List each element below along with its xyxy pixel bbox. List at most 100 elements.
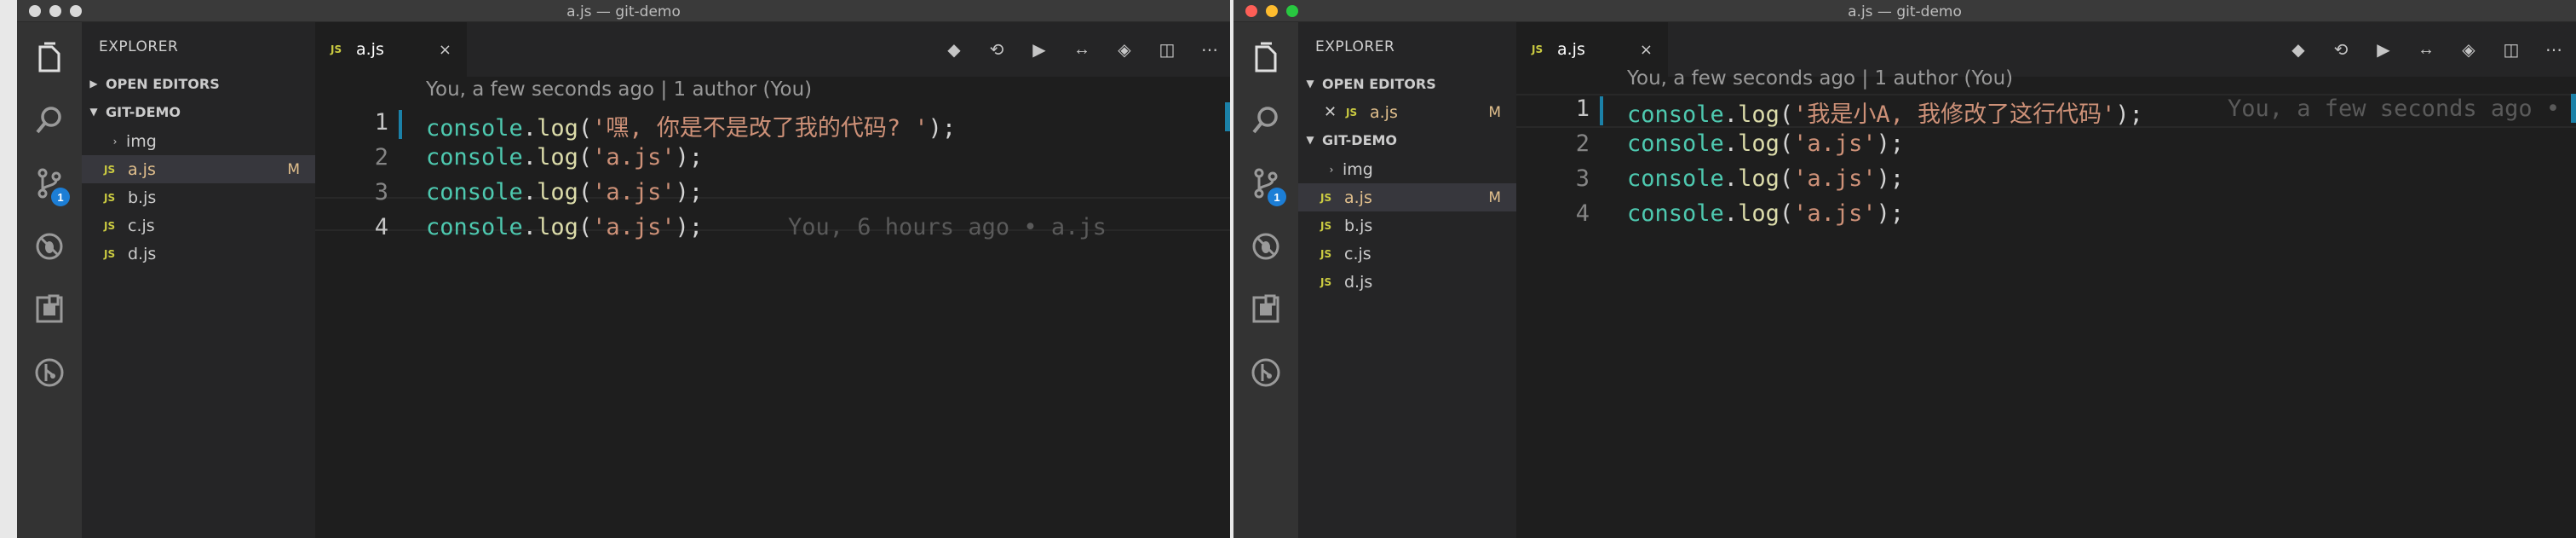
files-icon[interactable] <box>1233 26 1298 89</box>
tree-item-b-js[interactable]: JS b.js <box>1298 211 1516 240</box>
source-control-icon[interactable]: 1 <box>17 152 82 215</box>
inline-blame-annotation: You, a few seconds ago • <box>2228 95 2561 122</box>
js-file-icon: JS <box>104 191 116 204</box>
close-editor-icon[interactable]: ✕ <box>1324 103 1346 121</box>
code-line: 2 console.log('a.js'); <box>1516 130 2576 165</box>
activity-bar: 1 <box>1233 22 1298 538</box>
explorer-sidebar: EXPLORER ▼ OPEN EDITORS ✕ JS a.js M ▼ GI… <box>1298 22 1516 538</box>
line-number: 2 <box>374 144 388 171</box>
open-changes-icon[interactable]: ⟲ <box>986 39 1007 61</box>
split-editor-icon[interactable]: ◫ <box>2501 39 2521 61</box>
codelens-blame[interactable]: You, a few seconds ago | 1 author (You) <box>426 78 812 101</box>
modified-badge: M <box>1488 188 1501 206</box>
js-file-icon: JS <box>1320 219 1332 232</box>
git-compare-icon[interactable]: ◆ <box>944 39 964 61</box>
run-icon[interactable]: ▶ <box>2373 39 2394 61</box>
tab-label: a.js <box>356 40 384 59</box>
split-editor-icon[interactable]: ◫ <box>1157 39 1177 61</box>
title-bar: a.js — git-demo <box>1233 0 2576 22</box>
line-number: 4 <box>374 214 388 240</box>
line-number: 4 <box>1575 200 1590 227</box>
search-icon[interactable] <box>1233 89 1298 152</box>
chevron-down-icon: ▼ <box>89 106 98 118</box>
project-section[interactable]: ▼ GIT-DEMO <box>1298 126 1516 153</box>
source-control-icon[interactable]: 1 <box>1233 152 1298 215</box>
line-number: 3 <box>1575 165 1590 192</box>
explorer-sidebar: EXPLORER ▶ OPEN EDITORS ▼ GIT-DEMO › img… <box>82 22 315 538</box>
modified-badge: M <box>1488 103 1501 121</box>
code-line: 2 console.log('a.js'); <box>315 144 1230 178</box>
changes-badge: 1 <box>51 188 70 206</box>
js-file-icon: JS <box>104 163 116 176</box>
open-editors-section[interactable]: ▶ OPEN EDITORS <box>82 70 315 97</box>
window-title: a.js — git-demo <box>1848 3 1962 20</box>
explorer-title: EXPLORER <box>1315 38 1395 55</box>
git-icon[interactable]: ◈ <box>1114 39 1135 61</box>
title-bar: a.js — git-demo <box>17 0 1230 22</box>
gitlens-icon[interactable] <box>17 341 82 404</box>
chevron-down-icon: ▼ <box>1306 134 1314 146</box>
line-number: 2 <box>1575 130 1590 157</box>
code-line: 3 console.log('a.js'); <box>315 179 1230 213</box>
project-label: GIT-DEMO <box>1322 131 1398 148</box>
debug-icon[interactable] <box>17 215 82 278</box>
tree-item-img[interactable]: › img <box>1298 155 1516 183</box>
file-label: c.js <box>1344 244 1371 263</box>
more-actions-icon[interactable]: ⋯ <box>1199 39 1220 61</box>
close-tab-icon[interactable]: × <box>1640 41 1653 59</box>
more-actions-icon[interactable]: ⋯ <box>2544 39 2564 61</box>
code-editor[interactable]: You, a few seconds ago | 1 author (You) … <box>1516 67 2576 538</box>
code-line: 3 console.log('a.js'); <box>1516 165 2576 200</box>
open-editors-section[interactable]: ▼ OPEN EDITORS <box>1298 70 1516 97</box>
file-label: a.js <box>1344 188 1372 207</box>
gitlens-icon[interactable] <box>1233 341 1298 404</box>
chevron-right-icon: ▶ <box>89 78 98 90</box>
project-label: GIT-DEMO <box>106 103 181 120</box>
js-file-icon: JS <box>1320 191 1332 204</box>
activity-bar: 1 <box>17 22 82 538</box>
js-file-icon: JS <box>1346 106 1358 119</box>
search-icon[interactable] <box>17 89 82 152</box>
extensions-icon[interactable] <box>17 278 82 341</box>
tree-item-c-js[interactable]: JS c.js <box>82 211 315 240</box>
tree-item-b-js[interactable]: JS b.js <box>82 183 315 211</box>
codelens-blame[interactable]: You, a few seconds ago | 1 author (You) <box>1627 67 2013 90</box>
js-file-icon: JS <box>1320 247 1332 260</box>
file-label: b.js <box>128 188 157 207</box>
run-icon[interactable]: ▶ <box>1029 39 1049 61</box>
code-editor[interactable]: You, a few seconds ago | 1 author (You) … <box>315 77 1230 538</box>
folder-label: img <box>126 131 157 151</box>
toggle-blame-icon[interactable]: ↔ <box>2416 40 2436 60</box>
tree-item-d-js[interactable]: JS d.js <box>82 240 315 268</box>
git-icon[interactable]: ◈ <box>2458 39 2479 61</box>
js-file-icon: JS <box>1532 43 1544 55</box>
toggle-blame-icon[interactable]: ↔ <box>1072 40 1092 60</box>
extensions-icon[interactable] <box>1233 278 1298 341</box>
git-compare-icon[interactable]: ◆ <box>2288 39 2309 61</box>
js-file-icon: JS <box>1320 275 1332 288</box>
tab-a-js[interactable]: JS a.js × <box>315 22 467 77</box>
open-changes-icon[interactable]: ⟲ <box>2331 39 2351 61</box>
files-icon[interactable] <box>17 26 82 89</box>
right-vscode-window: a.js — git-demo 1 EXPLORER ▼ OPEN EDITOR… <box>1233 0 2576 538</box>
tree-item-a-js[interactable]: JS a.js M <box>1298 183 1516 211</box>
close-tab-icon[interactable]: × <box>439 41 451 59</box>
tree-item-img[interactable]: › img <box>82 127 315 155</box>
js-file-icon: JS <box>331 43 342 55</box>
changes-badge: 1 <box>1268 188 1286 206</box>
project-section[interactable]: ▼ GIT-DEMO <box>82 98 315 125</box>
tree-item-d-js[interactable]: JS d.js <box>1298 268 1516 296</box>
inline-blame-annotation: You, 6 hours ago • a.js <box>788 214 1107 240</box>
chevron-right-icon: › <box>112 135 118 148</box>
code-line: 4 console.log('a.js'); <box>1516 200 2576 234</box>
file-label: c.js <box>128 216 155 235</box>
line-number: 1 <box>1575 95 1590 122</box>
debug-icon[interactable] <box>1233 215 1298 278</box>
code-line: 1 console.log('嘿, 你是不是改了我的代码? '); <box>315 109 1230 143</box>
file-label: d.js <box>1344 272 1373 292</box>
window-title: a.js — git-demo <box>566 3 681 20</box>
file-label: a.js <box>128 159 156 179</box>
tree-item-c-js[interactable]: JS c.js <box>1298 240 1516 268</box>
tree-item-a-js[interactable]: JS a.js M <box>82 155 315 183</box>
open-editor-item[interactable]: ✕ JS a.js M <box>1298 98 1516 126</box>
